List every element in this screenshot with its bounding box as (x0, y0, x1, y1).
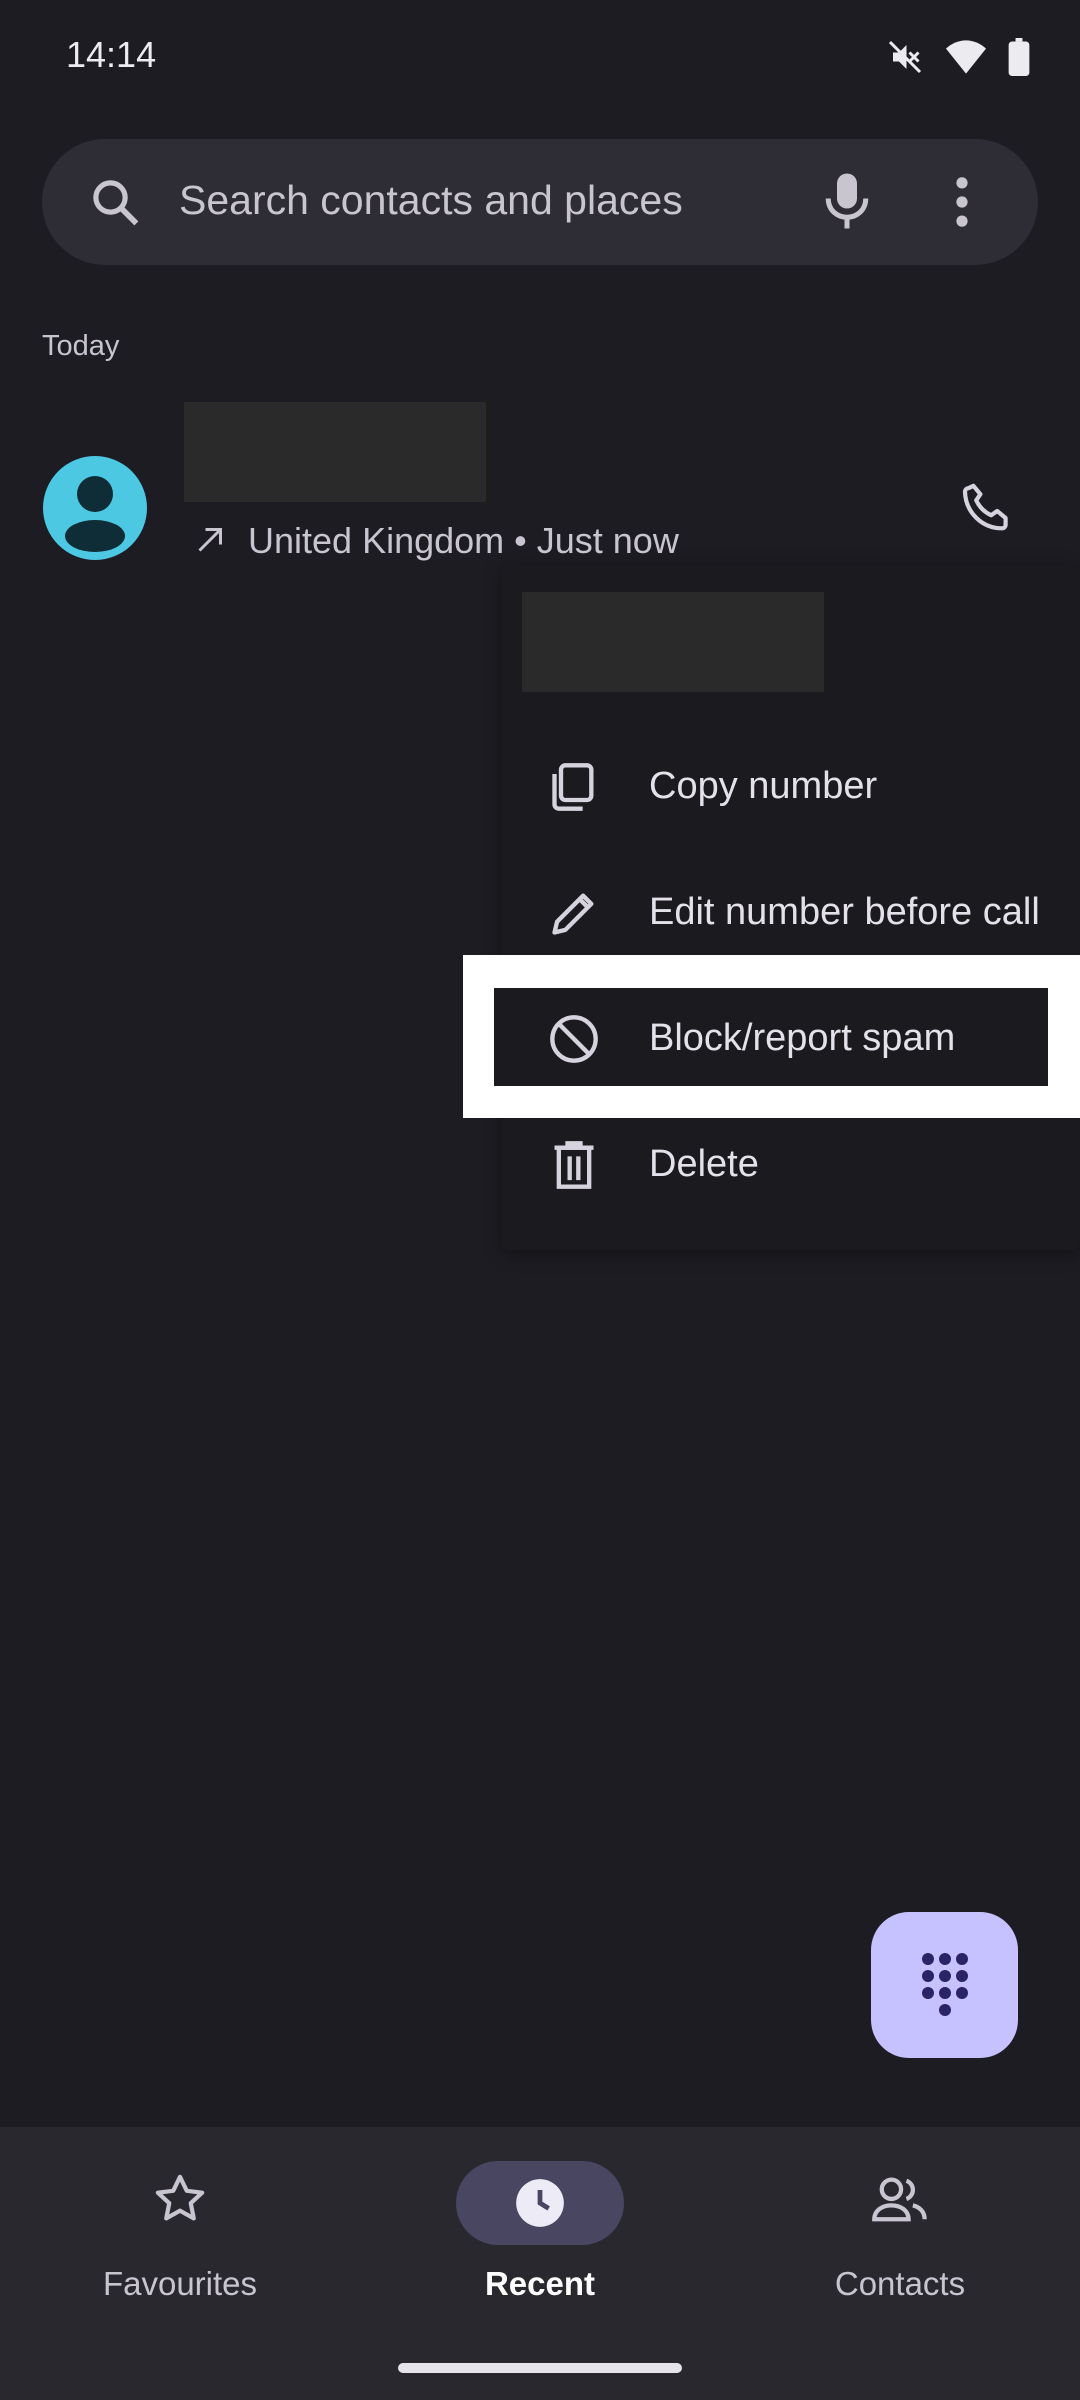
nav-item-favourites[interactable]: Favourites (0, 2127, 360, 2400)
nav-label-recent: Recent (484, 2265, 596, 2302)
menu-item-block-report-spam[interactable]: Block/report spam (502, 979, 1080, 1099)
call-meta: United Kingdom • Just now (248, 520, 679, 561)
wifi-icon (946, 40, 986, 74)
more-options-icon[interactable] (952, 175, 972, 229)
search-input[interactable]: Search contacts and places (179, 177, 683, 224)
menu-item-delete[interactable]: Delete (502, 1105, 1080, 1225)
people-icon (870, 2173, 930, 2227)
copy-icon (548, 761, 600, 813)
menu-item-label: Delete (649, 1143, 759, 1185)
status-icons (886, 38, 1030, 76)
status-time: 14:14 (66, 34, 157, 75)
redacted-contact-name (184, 402, 486, 502)
menu-item-edit-number[interactable]: Edit number before call (502, 853, 1080, 973)
home-indicator[interactable] (398, 2363, 682, 2373)
nav-label-contacts: Contacts (834, 2265, 966, 2302)
bottom-navigation: Favourites Recent Contacts (0, 2127, 1080, 2400)
search-icon[interactable] (88, 175, 142, 229)
dialpad-button[interactable] (871, 1912, 1018, 2058)
nav-label-favourites: Favourites (102, 2265, 258, 2302)
nav-item-contacts[interactable]: Contacts (720, 2127, 1080, 2400)
redacted-menu-header (522, 592, 824, 692)
block-icon (548, 1013, 600, 1065)
star-icon (152, 2171, 208, 2227)
mic-icon[interactable] (822, 171, 872, 231)
pencil-icon (548, 887, 600, 939)
avatar[interactable] (43, 456, 147, 560)
battery-icon (1008, 38, 1030, 76)
search-bar[interactable]: Search contacts and places (42, 139, 1038, 265)
clock-icon (514, 2177, 566, 2229)
phone-call-icon[interactable] (958, 480, 1014, 536)
menu-item-label: Edit number before call (649, 891, 1040, 933)
menu-item-label: Copy number (649, 765, 878, 807)
menu-item-label: Block/report spam (649, 1017, 956, 1059)
trash-icon (548, 1139, 600, 1191)
mute-icon (886, 39, 924, 75)
outgoing-call-icon (192, 522, 228, 558)
dialpad-icon (921, 1952, 969, 2018)
section-header-today: Today (42, 330, 120, 362)
nav-item-recent[interactable]: Recent (360, 2127, 720, 2400)
menu-item-copy-number[interactable]: Copy number (502, 727, 1080, 847)
